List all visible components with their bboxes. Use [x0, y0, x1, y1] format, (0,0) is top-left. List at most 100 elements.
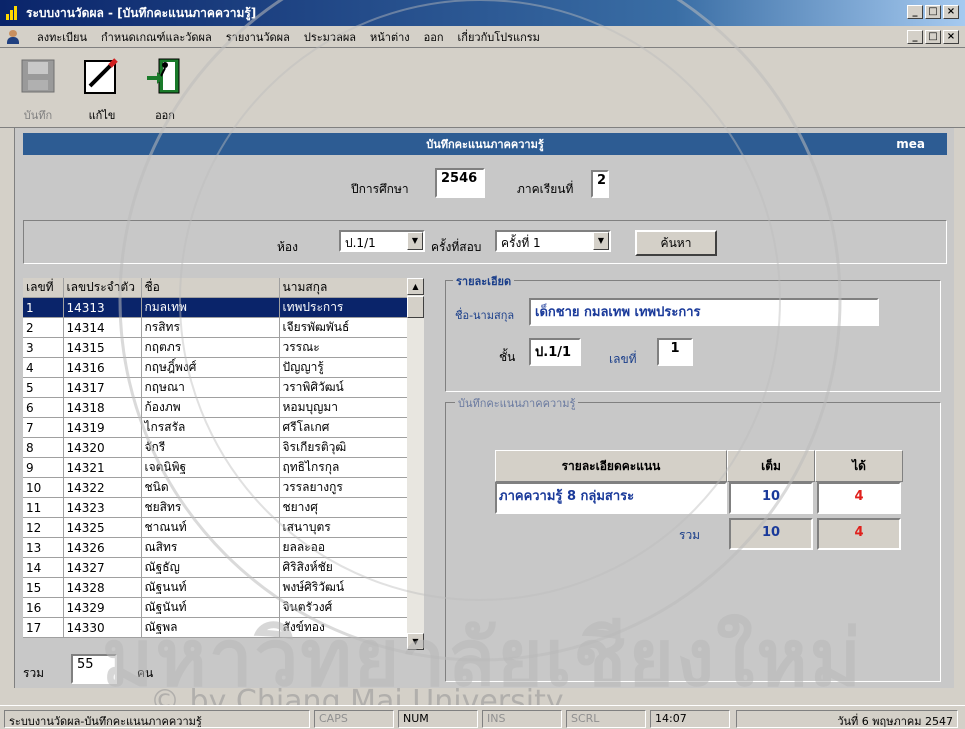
- scroll-down-icon[interactable]: ▼: [407, 633, 424, 650]
- cell-number: 12: [23, 517, 64, 538]
- child-close-button[interactable]: ×: [943, 30, 959, 44]
- cell-lastname: ศรีโลเกศ: [279, 417, 408, 438]
- table-row[interactable]: 1 14313 กมลเทพ เทพประการ: [23, 297, 408, 318]
- score-sum-got: 4: [817, 518, 901, 550]
- table-row[interactable]: 5 14317 กฤษณา วราพิศิวัฒน์: [23, 377, 408, 398]
- exam-label: ครั้งที่สอบ: [431, 240, 482, 254]
- table-row[interactable]: 13 14326 ณสิทร ยลละออ: [23, 537, 408, 558]
- cell-firstname: ชาณนท์: [141, 517, 280, 538]
- filter-panel: [23, 220, 947, 264]
- menu-exit[interactable]: ออก: [417, 28, 451, 46]
- scroll-thumb[interactable]: [407, 296, 424, 318]
- child-maximize-button[interactable]: □: [925, 30, 941, 44]
- exam-select[interactable]: ครั้งที่ 1 ▼: [495, 230, 611, 252]
- student-table-scrollbar[interactable]: ▲ ▼: [407, 278, 424, 650]
- cell-number: 17: [23, 617, 64, 638]
- status-num: NUM: [398, 710, 478, 728]
- menu-bar: ลงทะเบียน กำหนดเกณฑ์และวัดผล รายงานวัดผล…: [0, 26, 965, 48]
- cell-student-id: 14322: [63, 477, 142, 498]
- cell-number: 10: [23, 477, 64, 498]
- status-ins: INS: [482, 710, 562, 728]
- edit-button[interactable]: แก้ไข: [80, 56, 124, 124]
- cell-lastname: จินตรัวงศ์: [279, 597, 408, 618]
- cell-lastname: ศิริสิงห์ชัย: [279, 557, 408, 578]
- cell-number: 8: [23, 437, 64, 458]
- room-dropdown-arrow-icon[interactable]: ▼: [407, 232, 423, 250]
- current-user: mea: [896, 137, 925, 151]
- child-minimize-button[interactable]: _: [907, 30, 923, 44]
- table-row[interactable]: 17 14330 ณัฐพล สังข์ทอง: [23, 617, 408, 638]
- menu-criteria[interactable]: กำหนดเกณฑ์และวัดผล: [94, 28, 219, 46]
- column-header-lastname[interactable]: นามสกุล: [279, 278, 408, 298]
- cell-firstname: ชยสิทร: [141, 497, 280, 518]
- cell-firstname: กมลเทพ: [141, 297, 280, 318]
- edit-label: แก้ไข: [88, 109, 116, 122]
- cell-student-id: 14328: [63, 577, 142, 598]
- semester-label: ภาคเรียนที่: [517, 182, 574, 196]
- table-row[interactable]: 9 14321 เจตนิพิฐ ฤทธิไกรกุล: [23, 457, 408, 478]
- edit-pencil-icon: [82, 56, 122, 96]
- table-row[interactable]: 2 14314 กรสิทร เจียรพัฒพันธ์: [23, 317, 408, 338]
- search-button[interactable]: ค้นหา: [635, 230, 717, 256]
- menu-process[interactable]: ประมวลผล: [297, 28, 363, 46]
- column-header-number[interactable]: เลขที่: [23, 278, 64, 298]
- year-label: ปีการศึกษา: [351, 182, 409, 196]
- year-field[interactable]: 2546: [435, 168, 485, 198]
- cell-firstname: ก้องภพ: [141, 397, 280, 418]
- floppy-disk-icon: [18, 56, 58, 96]
- table-row[interactable]: 6 14318 ก้องภพ หอมบุญมา: [23, 397, 408, 418]
- table-row[interactable]: 12 14325 ชาณนท์ เสนาบุตร: [23, 517, 408, 538]
- cell-number: 3: [23, 337, 64, 358]
- scroll-up-icon[interactable]: ▲: [407, 278, 424, 295]
- save-button[interactable]: บันทึก: [16, 56, 60, 124]
- toolbar: บันทึก แก้ไข ออก: [0, 48, 965, 128]
- cell-firstname: เจตนิพิฐ: [141, 457, 280, 478]
- cell-student-id: 14327: [63, 557, 142, 578]
- exam-value: ครั้งที่ 1: [501, 236, 541, 250]
- score-entry-form: บันทึกคะแนนภาคความรู้ mea ปีการศึกษา 254…: [14, 128, 954, 688]
- cell-student-id: 14323: [63, 497, 142, 518]
- close-button[interactable]: ×: [943, 5, 959, 19]
- table-row[interactable]: 3 14315 กฤตภร วรรณะ: [23, 337, 408, 358]
- status-caps: CAPS: [314, 710, 394, 728]
- cell-firstname: กฤษณา: [141, 377, 280, 398]
- semester-field[interactable]: 2: [591, 170, 609, 198]
- cell-firstname: ชนิด: [141, 477, 280, 498]
- cell-firstname: กฤตภร: [141, 337, 280, 358]
- table-row[interactable]: 10 14322 ชนิด วรรลยางกูร: [23, 477, 408, 498]
- score-sum-full: 10: [729, 518, 813, 550]
- cell-lastname: หอมบุญมา: [279, 397, 408, 418]
- room-select[interactable]: ป.1/1 ▼: [339, 230, 425, 252]
- cell-student-id: 14326: [63, 537, 142, 558]
- status-date: วันที่ 6 พฤษภาคม 2547: [736, 710, 958, 728]
- table-row[interactable]: 14 14327 ณัฐธัญ ศิริสิงห์ชัย: [23, 557, 408, 578]
- total-unit: คน: [137, 666, 154, 680]
- score-sum-label: รวม: [679, 528, 701, 542]
- menu-window[interactable]: หน้าต่าง: [363, 28, 417, 46]
- table-row[interactable]: 8 14320 จักรี จิรเกียรติวุฒิ: [23, 437, 408, 458]
- cell-student-id: 14329: [63, 597, 142, 618]
- table-row[interactable]: 11 14323 ชยสิทร ชยางศุ: [23, 497, 408, 518]
- cell-lastname: ฤทธิไกรกุล: [279, 457, 408, 478]
- menu-reports[interactable]: รายงานวัดผล: [219, 28, 297, 46]
- table-row[interactable]: 7 14319 ไกรสรัล ศรีโลเกศ: [23, 417, 408, 438]
- table-header-row: เลขที่ เลขประจำตัว ชื่อ นามสกุล: [23, 278, 408, 298]
- exam-dropdown-arrow-icon[interactable]: ▼: [593, 232, 609, 250]
- maximize-button[interactable]: □: [925, 5, 941, 19]
- table-row[interactable]: 4 14316 กฤษฎิ์พงศ์ ปัญญารู้: [23, 357, 408, 378]
- column-header-firstname[interactable]: ชื่อ: [141, 278, 280, 298]
- menu-register[interactable]: ลงทะเบียน: [30, 28, 94, 46]
- exit-button[interactable]: ออก: [143, 56, 187, 124]
- cell-number: 15: [23, 577, 64, 598]
- cell-firstname: ณสิทร: [141, 537, 280, 558]
- table-row[interactable]: 16 14329 ณัฐนันท์ จินตรัวงศ์: [23, 597, 408, 618]
- score-row-got-input[interactable]: 4: [817, 482, 901, 514]
- user-icon[interactable]: [6, 29, 20, 44]
- column-header-id[interactable]: เลขประจำตัว: [63, 278, 142, 298]
- cell-number: 13: [23, 537, 64, 558]
- cell-student-id: 14314: [63, 317, 142, 338]
- menu-about[interactable]: เกี่ยวกับโปรแกรม: [451, 28, 547, 46]
- table-row[interactable]: 15 14328 ณัฐนนท์ พงษ์ศิริวัฒน์: [23, 577, 408, 598]
- minimize-button[interactable]: _: [907, 5, 923, 19]
- cell-lastname: วรรณะ: [279, 337, 408, 358]
